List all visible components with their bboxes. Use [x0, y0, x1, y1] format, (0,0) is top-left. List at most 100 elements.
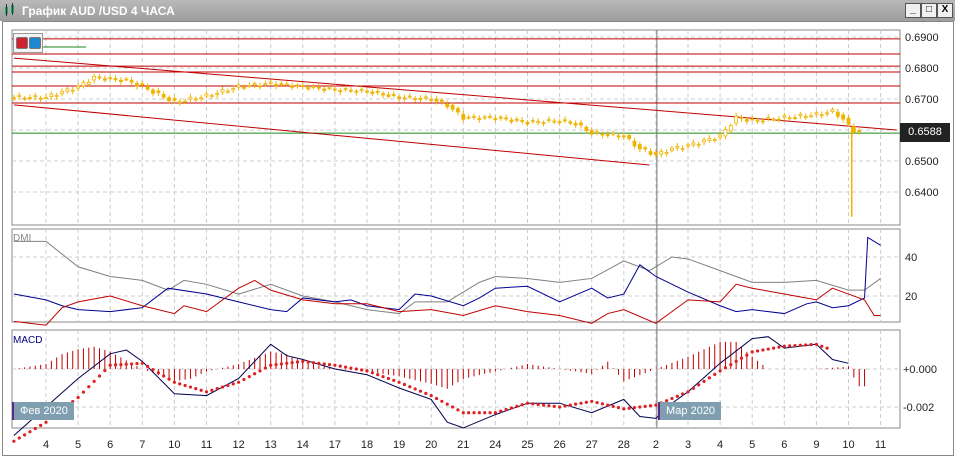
date-tick-label: 12: [232, 439, 244, 451]
macd-signal-dot: [745, 353, 749, 357]
macd-signal-dot: [397, 380, 401, 384]
candle-body: [375, 90, 380, 93]
candle-body: [316, 86, 321, 89]
macd-signal-dot: [627, 406, 631, 410]
macd-signal-dot: [691, 386, 695, 390]
macd-signal-dot: [761, 348, 765, 352]
candle-body: [113, 78, 118, 80]
candle-body: [81, 81, 86, 87]
candle-body: [541, 122, 546, 124]
macd-signal-dot: [681, 392, 685, 396]
macd-signal-dot: [429, 394, 433, 398]
candle-body: [750, 118, 755, 121]
macd-tick-label: +0.000: [903, 364, 937, 376]
candle-body: [247, 85, 252, 87]
macd-signal-dot: [194, 387, 198, 391]
macd-signal-dot: [755, 349, 760, 353]
date-tick-label: 7: [139, 439, 145, 451]
candle-body: [456, 108, 460, 113]
candle-body: [225, 90, 230, 93]
candle-body: [509, 119, 514, 123]
macd-signal-dot: [772, 346, 776, 350]
date-tick-label: 21: [457, 439, 469, 451]
macd-signal-dot: [418, 389, 423, 393]
candle-body: [530, 120, 535, 122]
macd-signal-dot: [279, 362, 283, 366]
macd-signal-dot: [798, 343, 802, 347]
candle-body: [782, 115, 787, 118]
macd-signal-dot: [568, 403, 572, 407]
candle-body: [17, 95, 22, 98]
macd-signal-dot: [365, 369, 369, 373]
date-tick-label: 24: [489, 439, 501, 451]
candle-body: [734, 115, 739, 124]
candle-body: [841, 114, 846, 120]
candle-body: [391, 94, 396, 96]
macd-signal-dot: [92, 379, 96, 383]
candle-body: [723, 129, 728, 137]
macd-signal-dot: [333, 363, 337, 367]
candle-body: [172, 98, 177, 101]
chart-canvas[interactable]: 0.6900 0.6800 0.6700 0.6500 0.6400 40 20 +0.000…: [0, 0, 955, 456]
macd-signal-dot: [525, 401, 530, 405]
date-tick-label: 14: [297, 439, 309, 451]
candle-body: [439, 99, 444, 102]
candle-body: [579, 122, 583, 126]
candle-body: [718, 134, 722, 138]
sell-button[interactable]: [16, 37, 28, 49]
candle-body: [242, 86, 246, 89]
candle-body: [386, 94, 391, 97]
macd-signal-dot: [424, 391, 428, 395]
candle-body: [236, 84, 241, 88]
macd-signal-dot: [515, 404, 519, 408]
candle-body: [520, 120, 525, 122]
candle-body: [92, 76, 97, 81]
macd-signal-dot: [381, 375, 385, 379]
candle-body: [28, 97, 32, 100]
candle-body: [450, 104, 455, 110]
macd-signal-dot: [188, 385, 193, 389]
candle-body: [712, 139, 717, 141]
candle-body: [311, 86, 316, 88]
candle-body: [654, 152, 658, 156]
candle-body: [814, 112, 819, 115]
price-tick-label: 0.6500: [905, 156, 939, 168]
macd-signal-dot: [199, 388, 203, 392]
candle-body: [445, 103, 450, 108]
macd-signal-dot: [467, 411, 471, 415]
macd-signal-dot: [606, 403, 610, 407]
candle-body: [739, 117, 744, 119]
candle-body: [584, 126, 589, 132]
candle-body: [86, 81, 91, 85]
date-tick-label: 6: [107, 439, 113, 451]
macd-signal-dot: [392, 378, 396, 382]
candle-body: [744, 119, 749, 122]
candle-body: [589, 130, 594, 135]
macd-signal-dot: [643, 404, 647, 408]
candle-body: [284, 83, 289, 86]
macd-signal-dot: [413, 387, 417, 391]
macd-signal-dot: [108, 363, 112, 367]
macd-signal-dot: [151, 368, 155, 372]
macd-signal-dot: [130, 362, 134, 366]
macd-signal-dot: [402, 382, 407, 387]
macd-signal-dot: [825, 346, 829, 350]
macd-signal-dot: [804, 343, 808, 347]
macd-signal-dot: [638, 405, 642, 409]
candle-body: [76, 85, 80, 89]
candle-body: [108, 77, 113, 80]
candle-body: [466, 116, 471, 119]
macd-signal-dot: [434, 396, 439, 401]
macd-signal-dot: [113, 363, 118, 367]
macd-signal-dot: [622, 407, 626, 411]
macd-signal-dot: [140, 361, 144, 365]
macd-signal-dot: [536, 402, 540, 407]
candle-body: [161, 94, 166, 98]
macd-signal-dot: [258, 369, 262, 373]
date-tick-label: 28: [618, 439, 630, 451]
candle-body: [193, 98, 198, 101]
macd-signal-dot: [376, 373, 380, 377]
candle-body: [686, 144, 690, 147]
buy-button[interactable]: [29, 37, 41, 49]
macd-signal-dot: [311, 361, 316, 365]
